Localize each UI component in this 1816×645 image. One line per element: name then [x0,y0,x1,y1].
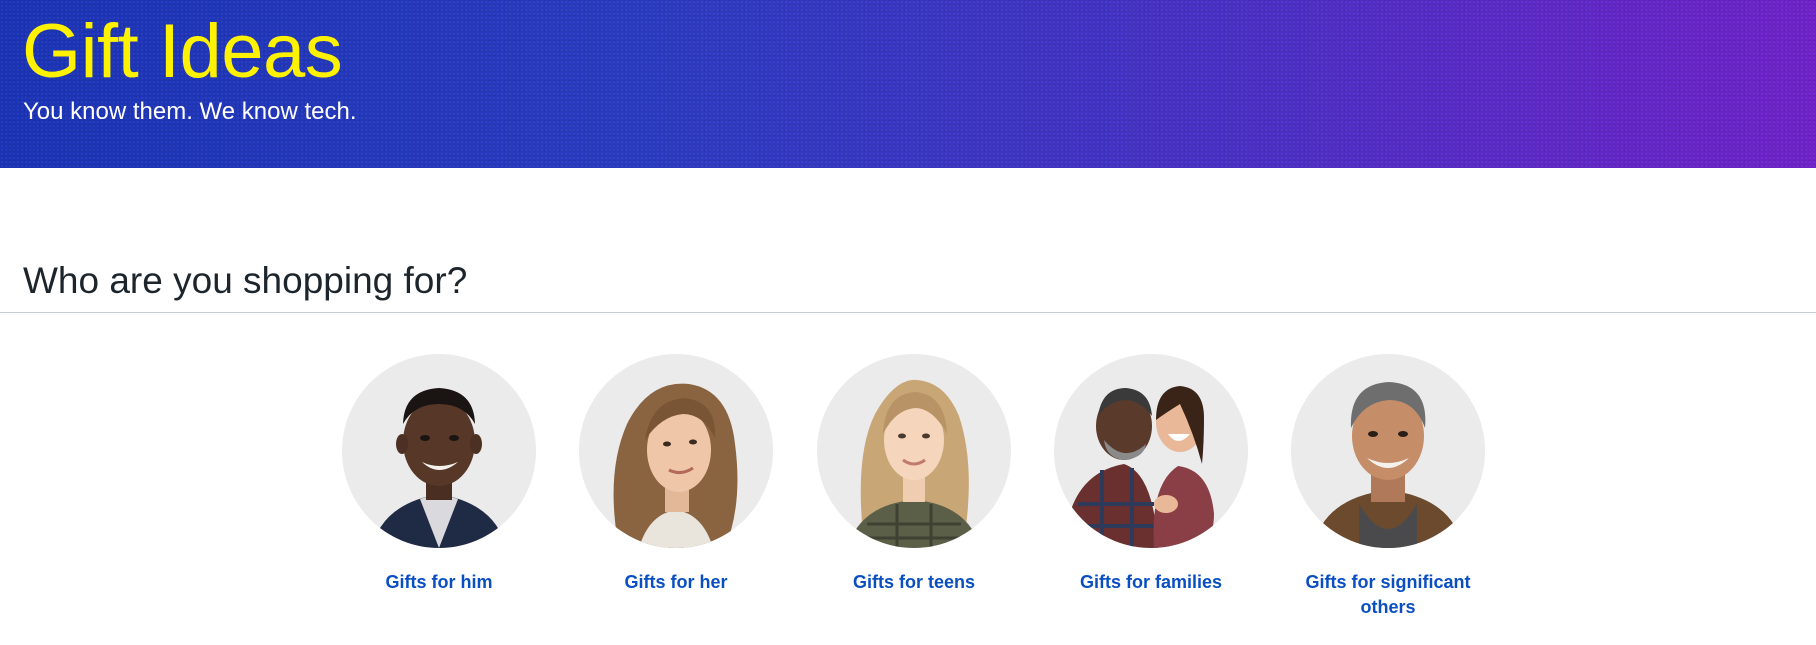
page-subtitle: You know them. We know tech. [23,98,357,125]
woman-photo[interactable] [579,354,773,548]
category-label[interactable]: Gifts for teens [789,570,1039,595]
category-label[interactable]: Gifts for families [1026,570,1276,595]
teen-girl-photo[interactable] [817,354,1011,548]
section-heading: Who are you shopping for? [23,260,468,301]
category-gifts-for-significant-others[interactable]: Gifts for significant others [1263,354,1513,620]
page-title: Gift Ideas [22,9,343,94]
category-list: Gifts for him Gifts for her Gifts for te… [0,354,1816,645]
category-label[interactable]: Gifts for her [551,570,801,595]
older-man-illustration [1313,382,1463,548]
father-daughter-photo[interactable] [1054,354,1248,548]
older-man-photo[interactable] [1291,354,1485,548]
father-daughter-illustration [1064,386,1214,548]
hero-banner: Gift Ideas You know them. We know tech. [0,0,1816,168]
young-man-photo[interactable] [342,354,536,548]
category-gifts-for-him[interactable]: Gifts for him [314,354,564,595]
woman-illustration [613,383,738,548]
category-gifts-for-her[interactable]: Gifts for her [551,354,801,595]
section-divider [0,312,1816,313]
category-gifts-for-families[interactable]: Gifts for families [1026,354,1276,595]
category-gifts-for-teens[interactable]: Gifts for teens [789,354,1039,595]
category-label[interactable]: Gifts for him [314,570,564,595]
young-man-illustration [372,388,506,548]
category-label[interactable]: Gifts for significant others [1263,570,1513,620]
teen-girl-illustration [847,379,981,548]
